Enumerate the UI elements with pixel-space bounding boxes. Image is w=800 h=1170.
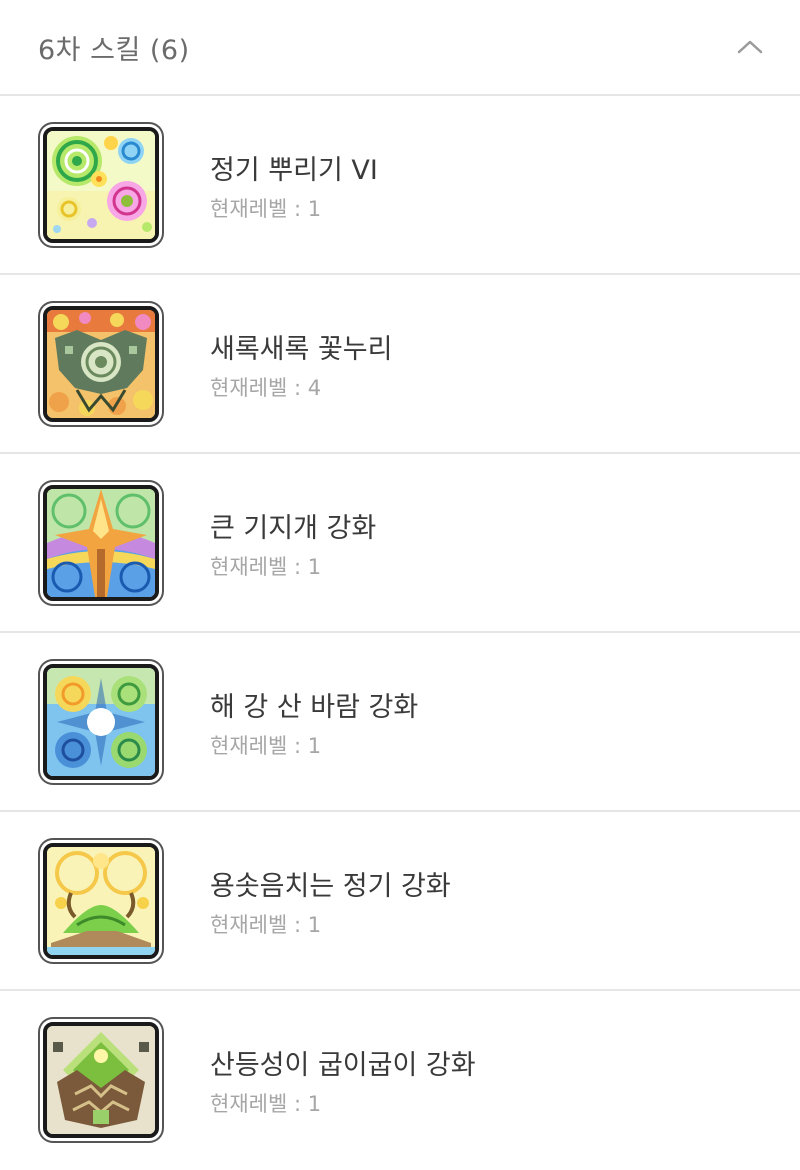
skill-level: 현재레벨 : 1 <box>210 734 322 758</box>
chevron-up-icon[interactable] <box>730 28 770 68</box>
winding-ridge-icon <box>43 1022 159 1138</box>
skill-row-2[interactable]: 새록새록 꽃누리 현재레벨 : 4 <box>0 275 800 454</box>
flower-world-icon <box>43 306 159 422</box>
skill-row-3[interactable]: 큰 기지개 강화 현재레벨 : 1 <box>0 454 800 633</box>
skill-list: 정기 뿌리기 VI 현재레벨 : 1 새록새록 꽃누리 현재레벨: 4 큰 기… <box>0 96 800 1170</box>
skill-name: 해 강 산 바람 강화 <box>210 692 419 723</box>
skill-name: 정기 뿌리기 VI <box>210 155 378 186</box>
skill-level: 현재레벨 : 1 <box>210 197 322 221</box>
skill-section-header[interactable]: 6차 스킬 (6) <box>0 0 800 96</box>
spirit-scatter-icon <box>43 127 159 243</box>
skill-row-4[interactable]: 해 강 산 바람 강화 현재레벨 : 1 <box>0 633 800 812</box>
skill-row-1[interactable]: 정기 뿌리기 VI 현재레벨 : 1 <box>0 96 800 275</box>
skill-name: 용솟음치는 정기 강화 <box>210 871 451 902</box>
skill-level: 현재레벨 : 1 <box>210 555 322 579</box>
skill-row-6[interactable]: 산등성이 굽이굽이 강화 현재레벨 : 1 <box>0 991 800 1170</box>
big-stretch-icon <box>43 485 159 601</box>
skill-row-5[interactable]: 용솟음치는 정기 강화 현재레벨 : 1 <box>0 812 800 991</box>
skill-name: 새록새록 꽃누리 <box>210 334 393 365</box>
skill-level: 현재레벨 : 4 <box>210 376 322 400</box>
sun-river-mountain-wind-icon <box>43 664 159 780</box>
skill-name: 큰 기지개 강화 <box>210 513 377 544</box>
section-title: 6차 스킬 (6) <box>38 35 190 66</box>
surging-spirit-icon <box>43 843 159 959</box>
skill-level: 현재레벨 : 1 <box>210 913 322 937</box>
skill-name: 산등성이 굽이굽이 강화 <box>210 1050 476 1081</box>
skill-level: 현재레벨 : 1 <box>210 1092 322 1116</box>
